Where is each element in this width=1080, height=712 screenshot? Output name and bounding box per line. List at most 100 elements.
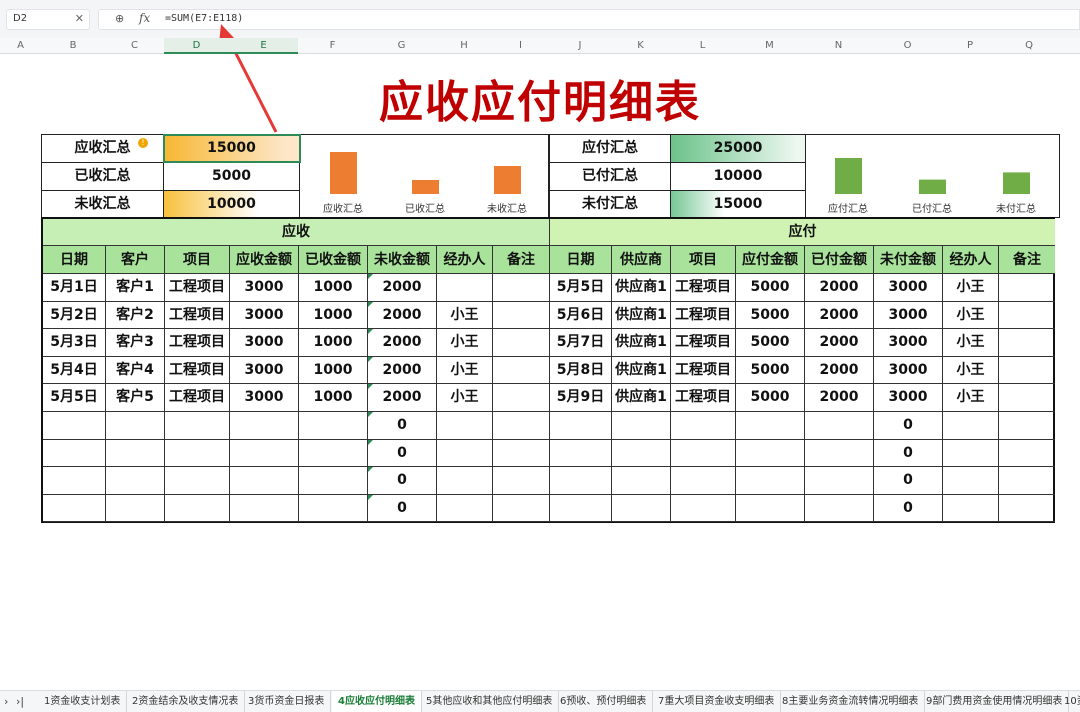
warning-icon[interactable]: ! xyxy=(138,138,148,148)
receivable-row-4-cell-4[interactable]: 1000 xyxy=(299,384,368,412)
payable-chart-bar-2[interactable] xyxy=(1003,172,1030,194)
sheet-tab-5[interactable]: 6预收、预付明细表 xyxy=(554,691,654,712)
payable-row-8-cell-5[interactable]: 0 xyxy=(874,494,943,523)
column-header-j[interactable]: J xyxy=(549,38,611,54)
receivable-row-6-cell-7[interactable] xyxy=(493,439,550,468)
receivable-row-0-cell-2[interactable]: 工程项目 xyxy=(165,274,230,302)
receivable-row-2-cell-4[interactable]: 1000 xyxy=(299,329,368,357)
receivable-header-4[interactable]: 已收金额 xyxy=(299,246,368,274)
receivable-row-7-cell-3[interactable] xyxy=(230,467,299,495)
receivable-row-1-cell-3[interactable]: 3000 xyxy=(230,301,299,330)
sheet-tab-9[interactable]: 10资 xyxy=(1058,691,1080,712)
receivable-row-2-cell-7[interactable] xyxy=(493,329,550,357)
receivable-row-7-cell-1[interactable] xyxy=(106,467,165,495)
receivable-row-8-cell-4[interactable] xyxy=(299,494,368,523)
payable-row-3-cell-2[interactable]: 工程项目 xyxy=(671,356,736,385)
sheet-tab-0[interactable]: 1资金收支计划表 xyxy=(38,691,128,712)
receivable-row-8-cell-3[interactable] xyxy=(230,494,299,523)
payable-header-1[interactable]: 供应商 xyxy=(612,246,671,274)
receivable-row-5-cell-4[interactable] xyxy=(299,412,368,440)
receivable-header-0[interactable]: 日期 xyxy=(43,246,106,274)
payable-row-5-cell-5[interactable]: 0 xyxy=(874,412,943,440)
payable-row-6-cell-1[interactable] xyxy=(612,439,671,468)
sheet-tab-8[interactable]: 9部门费用资金使用情况明细表 xyxy=(920,691,1070,712)
receivable-row-6-cell-4[interactable] xyxy=(299,439,368,468)
payable-row-0-cell-2[interactable]: 工程项目 xyxy=(671,274,736,302)
payable-row-2-cell-2[interactable]: 工程项目 xyxy=(671,329,736,357)
payable-row-1-cell-0[interactable]: 5月6日 xyxy=(550,301,612,330)
receivable-row-3-cell-0[interactable]: 5月4日 xyxy=(43,356,106,385)
sheet-tab-7[interactable]: 8主要业务资金流转情况明细表 xyxy=(776,691,926,712)
receivable-row-2-cell-2[interactable]: 工程项目 xyxy=(165,329,230,357)
receivable-row-7-cell-4[interactable] xyxy=(299,467,368,495)
payable-row-6-cell-3[interactable] xyxy=(736,439,805,468)
column-header-k[interactable]: K xyxy=(611,38,670,54)
receivable-row-7-cell-0[interactable] xyxy=(43,467,106,495)
receivable_summary-value-1[interactable]: 5000 xyxy=(164,163,300,191)
payable-row-3-cell-7[interactable] xyxy=(999,357,1055,385)
payable-row-8-cell-2[interactable] xyxy=(671,494,736,523)
payable-row-5-cell-3[interactable] xyxy=(736,412,805,440)
receivable-row-1-cell-6[interactable]: 小王 xyxy=(437,301,493,330)
receivable-row-2-cell-3[interactable]: 3000 xyxy=(230,329,299,357)
receivable-row-7-cell-7[interactable] xyxy=(493,467,550,495)
receivable-row-0-cell-4[interactable]: 1000 xyxy=(299,274,368,302)
receivable-row-4-cell-6[interactable]: 小王 xyxy=(437,384,493,412)
payable-row-7-cell-3[interactable] xyxy=(736,467,805,495)
receivable-row-6-cell-3[interactable] xyxy=(230,439,299,468)
receivable-header-6[interactable]: 经办人 xyxy=(437,246,493,274)
receivable-row-8-cell-6[interactable] xyxy=(437,494,493,523)
payable-row-1-cell-2[interactable]: 工程项目 xyxy=(671,301,736,330)
payable-row-1-cell-6[interactable]: 小王 xyxy=(943,301,999,330)
column-header-g[interactable]: G xyxy=(367,38,436,54)
receivable-row-5-cell-3[interactable] xyxy=(230,412,299,440)
sheet-tab-3[interactable]: 4应收应付明细表 xyxy=(332,691,422,712)
payable-row-0-cell-4[interactable]: 2000 xyxy=(805,274,874,302)
sheet-tab-2[interactable]: 3货币资金日报表 xyxy=(242,691,332,712)
payable-row-3-cell-6[interactable]: 小王 xyxy=(943,356,999,385)
receivable-row-8-cell-1[interactable] xyxy=(106,494,165,523)
receivable-row-6-cell-5[interactable]: 0 xyxy=(368,439,437,468)
payable-row-6-cell-4[interactable] xyxy=(805,439,874,468)
receivable-row-5-cell-2[interactable] xyxy=(165,412,230,440)
payable_summary-value-2[interactable]: 15000 xyxy=(671,191,806,219)
payable-row-2-cell-6[interactable]: 小王 xyxy=(943,329,999,357)
column-header-a[interactable]: A xyxy=(0,38,41,54)
payable-row-8-cell-4[interactable] xyxy=(805,494,874,523)
receivable-row-8-cell-0[interactable] xyxy=(43,494,106,523)
receivable-row-3-cell-1[interactable]: 客户4 xyxy=(106,356,165,385)
receivable-row-4-cell-3[interactable]: 3000 xyxy=(230,384,299,412)
receivable-row-6-cell-0[interactable] xyxy=(43,439,106,468)
payable-row-3-cell-0[interactable]: 5月8日 xyxy=(550,356,612,385)
column-header-i[interactable]: I xyxy=(492,38,549,54)
receivable-row-3-cell-7[interactable] xyxy=(493,356,550,385)
payable-chart-bar-0[interactable] xyxy=(835,158,862,194)
receivable_summary-value-2[interactable]: 10000 xyxy=(164,191,300,219)
receivable-header-2[interactable]: 项目 xyxy=(165,246,230,274)
payable-row-5-cell-6[interactable] xyxy=(943,412,999,440)
receivable-header-7[interactable]: 备注 xyxy=(493,246,550,274)
payable-row-7-cell-1[interactable] xyxy=(612,467,671,495)
payable-row-5-cell-7[interactable] xyxy=(999,412,1055,440)
payable-row-8-cell-1[interactable] xyxy=(612,494,671,523)
payable-row-6-cell-2[interactable] xyxy=(671,439,736,468)
payable-row-2-cell-7[interactable] xyxy=(999,329,1055,357)
receivable-row-3-cell-5[interactable]: 2000 xyxy=(368,356,437,385)
payable-row-7-cell-7[interactable] xyxy=(999,467,1055,495)
receivable-row-1-cell-4[interactable]: 1000 xyxy=(299,301,368,330)
receivable-row-0-cell-3[interactable]: 3000 xyxy=(230,274,299,302)
receivable-row-3-cell-3[interactable]: 3000 xyxy=(230,356,299,385)
payable-row-0-cell-3[interactable]: 5000 xyxy=(736,274,805,302)
receivable-row-6-cell-1[interactable] xyxy=(106,439,165,468)
receivable-header-5[interactable]: 未收金额 xyxy=(368,246,437,274)
receivable-row-1-cell-1[interactable]: 客户2 xyxy=(106,301,165,330)
column-header-d[interactable]: D xyxy=(164,38,229,54)
payable-chart-bar-1[interactable] xyxy=(919,179,946,194)
sheet-tab-6[interactable]: 7重大项目资金收支明细表 xyxy=(652,691,782,712)
receivable-row-1-cell-7[interactable] xyxy=(493,301,550,330)
payable-row-5-cell-2[interactable] xyxy=(671,412,736,440)
column-header-p[interactable]: P xyxy=(942,38,998,54)
receivable-row-5-cell-1[interactable] xyxy=(106,412,165,440)
payable-row-7-cell-6[interactable] xyxy=(943,467,999,495)
payable-row-4-cell-3[interactable]: 5000 xyxy=(736,384,805,412)
